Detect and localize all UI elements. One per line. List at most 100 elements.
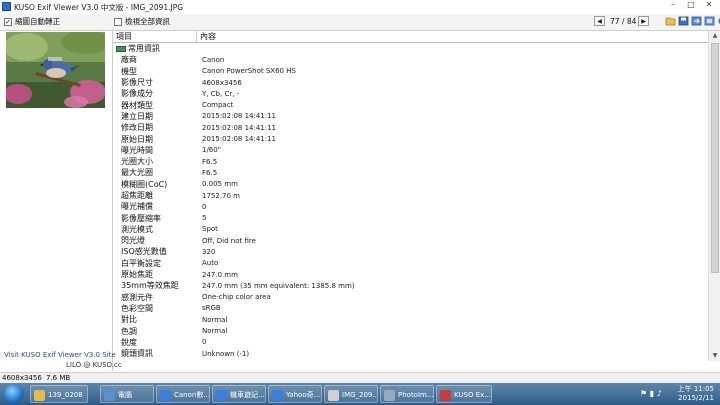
row-item-value: 1/60" [202, 146, 221, 155]
row-item-name: 35mm等效焦距 [121, 281, 179, 291]
table-row[interactable]: 曝光時間 1/60" [113, 145, 708, 156]
clock-date: 2015/2/11 [678, 394, 714, 402]
table-row[interactable]: 35mm等效焦距 247.0 mm (35 mm equivalent: 1385… [113, 280, 708, 291]
maximize-button[interactable]: □ [683, 0, 699, 11]
taskbar-item-label: IMG_209... [342, 391, 378, 399]
taskbar-app-icon [440, 389, 451, 401]
row-item-value: Canon PowerShot SX60 HS [202, 67, 296, 76]
table-row[interactable]: 白平衡設定 Auto [113, 258, 708, 269]
taskbar-item-label: Yahoo奇... [286, 391, 321, 399]
taskbar-item-label: 電腦 [118, 391, 132, 399]
clock-time: 上午 11:05 [677, 385, 714, 393]
table-row[interactable]: 影像壓縮率 5 [113, 212, 708, 223]
clock[interactable]: 上午 11:05 2015/2/11 [668, 385, 714, 403]
next-image-button[interactable]: ▶ [638, 16, 649, 26]
row-item-name: 超焦距離 [121, 191, 153, 200]
table-row[interactable]: ISO感光數值 320 [113, 246, 708, 257]
info-icon[interactable] [716, 16, 720, 27]
row-item-value: 2015:02:08 14:41:11 [202, 135, 277, 144]
table-row[interactable]: 色調 Normal [113, 325, 708, 336]
table-row[interactable]: 鏡頭資訊 Unknown (-1) [113, 348, 708, 359]
taskbar-item[interactable]: 電腦 [100, 385, 154, 403]
table-row[interactable]: 原始日期 2015:02:08 14:41:11 [113, 133, 708, 144]
taskbar-item[interactable]: 機車遊記... [212, 385, 266, 403]
scroll-up-icon[interactable]: ▲ [709, 31, 720, 41]
taskbar-item[interactable]: KUSO Ex... [436, 385, 492, 403]
exif-table: 項目 內容 常用資訊 廠商 Canon 機型 Canon PowerShot SX60… [113, 31, 708, 361]
visit-site-link[interactable]: Visit KUSO Exif Viewer V3.0 Site [4, 351, 116, 359]
title-bar: KUSO Exif Viewer V3.0 中文版 - IMG_2091.JPG… [0, 0, 720, 15]
row-item-value: 0 [202, 202, 207, 211]
table-row[interactable]: 銳度 0 [113, 337, 708, 348]
taskbar-item-label: 機車遊記... [230, 391, 265, 399]
row-item-name: 建立日期 [121, 111, 153, 121]
taskbar-item[interactable]: Yahoo奇... [268, 385, 322, 403]
open-folder-icon[interactable] [664, 16, 676, 27]
close-button[interactable]: ✕ [701, 0, 717, 11]
row-item-name: 感測元件 [121, 292, 153, 302]
table-row[interactable]: 閃光燈 Off, Did not fire [113, 235, 708, 246]
show-all-checkbox[interactable]: 檢視全部資訊 [114, 16, 170, 27]
vertical-scrollbar[interactable]: ▲ ▼ [708, 31, 720, 361]
tray-icons[interactable]: ⚑ ▮ ♪ [640, 389, 662, 398]
row-item-value: Canon [202, 55, 225, 64]
taskbar-item[interactable]: IMG_209... [324, 385, 378, 403]
photo-thumbnail[interactable] [6, 32, 105, 108]
table-row[interactable]: 器材類型 Compact [113, 99, 708, 110]
column-header-content[interactable]: 內容 [197, 31, 216, 42]
row-item-name: 原始焦距 [121, 270, 153, 280]
row-item-value: F6.5 [202, 157, 218, 166]
row-item-name: 對比 [121, 315, 137, 325]
group-row-common-info[interactable]: 常用資訊 [113, 43, 708, 54]
image-counter: 77 / 84 [610, 17, 637, 26]
scroll-down-icon[interactable]: ▼ [709, 351, 720, 361]
table-row[interactable]: 感測元件 One-chip color area [113, 292, 708, 303]
row-item-name: 白平衡設定 [121, 258, 161, 268]
scrollbar-thumb[interactable] [711, 43, 719, 273]
table-row[interactable]: 建立日期 2015:02:08 14:41:11 [113, 111, 708, 122]
auto-rotate-checkbox[interactable]: ✓ 縮圖自動轉正 [4, 16, 60, 27]
table-row[interactable]: 曝光補償 0 [113, 201, 708, 212]
table-row[interactable]: 超焦距離 1752.70 m [113, 190, 708, 201]
save-icon[interactable] [677, 16, 689, 27]
table-row[interactable]: 影像尺寸 4608x3456 [113, 77, 708, 88]
export-icon[interactable] [690, 16, 702, 27]
settings-icon[interactable] [703, 16, 715, 27]
table-row[interactable]: 色彩空間 sRGB [113, 303, 708, 314]
row-item-value: Normal [202, 327, 228, 336]
table-row[interactable]: 光圈大小 F6.5 [113, 156, 708, 167]
taskbar-item[interactable]: 139_0208 [30, 385, 88, 403]
taskbar-item[interactable]: Canon數... [156, 385, 210, 403]
taskbar-item[interactable]: PhotoIm... [380, 385, 434, 403]
row-item-value: 1752.70 m [202, 191, 240, 200]
row-item-name: 曝光時間 [121, 145, 153, 155]
toolbar: ✓ 縮圖自動轉正 檢視全部資訊 ◀ 77 / 84 ▶ [0, 14, 720, 31]
row-item-name: 修改日期 [121, 123, 153, 133]
taskbar-item-label: PhotoIm... [398, 391, 434, 399]
table-row[interactable]: 對比 Normal [113, 314, 708, 325]
minimize-button[interactable]: – [665, 0, 681, 11]
column-header-item[interactable]: 項目 [113, 31, 197, 42]
row-item-value: Off, Did not fire [202, 236, 256, 245]
row-item-value: F6.5 [202, 168, 218, 177]
auto-rotate-check-icon[interactable]: ✓ [4, 17, 12, 26]
taskbar-item-label: KUSO Ex... [454, 391, 491, 399]
show-all-check-box[interactable] [114, 17, 122, 26]
row-item-value: sRGB [202, 304, 221, 313]
table-row[interactable]: 影像成分 Y, Cb, Cr, - [113, 88, 708, 99]
start-button[interactable] [4, 384, 24, 404]
row-item-name: ISO感光數值 [121, 247, 167, 257]
table-row[interactable]: 修改日期 2015:02:08 14:41:11 [113, 122, 708, 133]
table-row[interactable]: 測光模式 Spot [113, 224, 708, 235]
prev-image-button[interactable]: ◀ [594, 16, 605, 26]
author-link[interactable]: LILO @ KUSO.cc [66, 361, 122, 369]
table-row[interactable]: 原始焦距 247.0 mm [113, 269, 708, 280]
table-row[interactable]: 廠商 Canon [113, 54, 708, 65]
taskbar-item-label: Canon數... [174, 391, 210, 399]
row-item-value: 247.0 mm [202, 270, 238, 279]
table-row[interactable]: 最大光圈 F6.5 [113, 167, 708, 178]
table-row[interactable]: 機型 Canon PowerShot SX60 HS [113, 66, 708, 77]
table-row[interactable]: 模糊圈(CoC) 0.005 mm [113, 179, 708, 190]
row-item-name: 影像壓縮率 [121, 213, 161, 223]
group-toggle-icon[interactable] [116, 45, 126, 52]
